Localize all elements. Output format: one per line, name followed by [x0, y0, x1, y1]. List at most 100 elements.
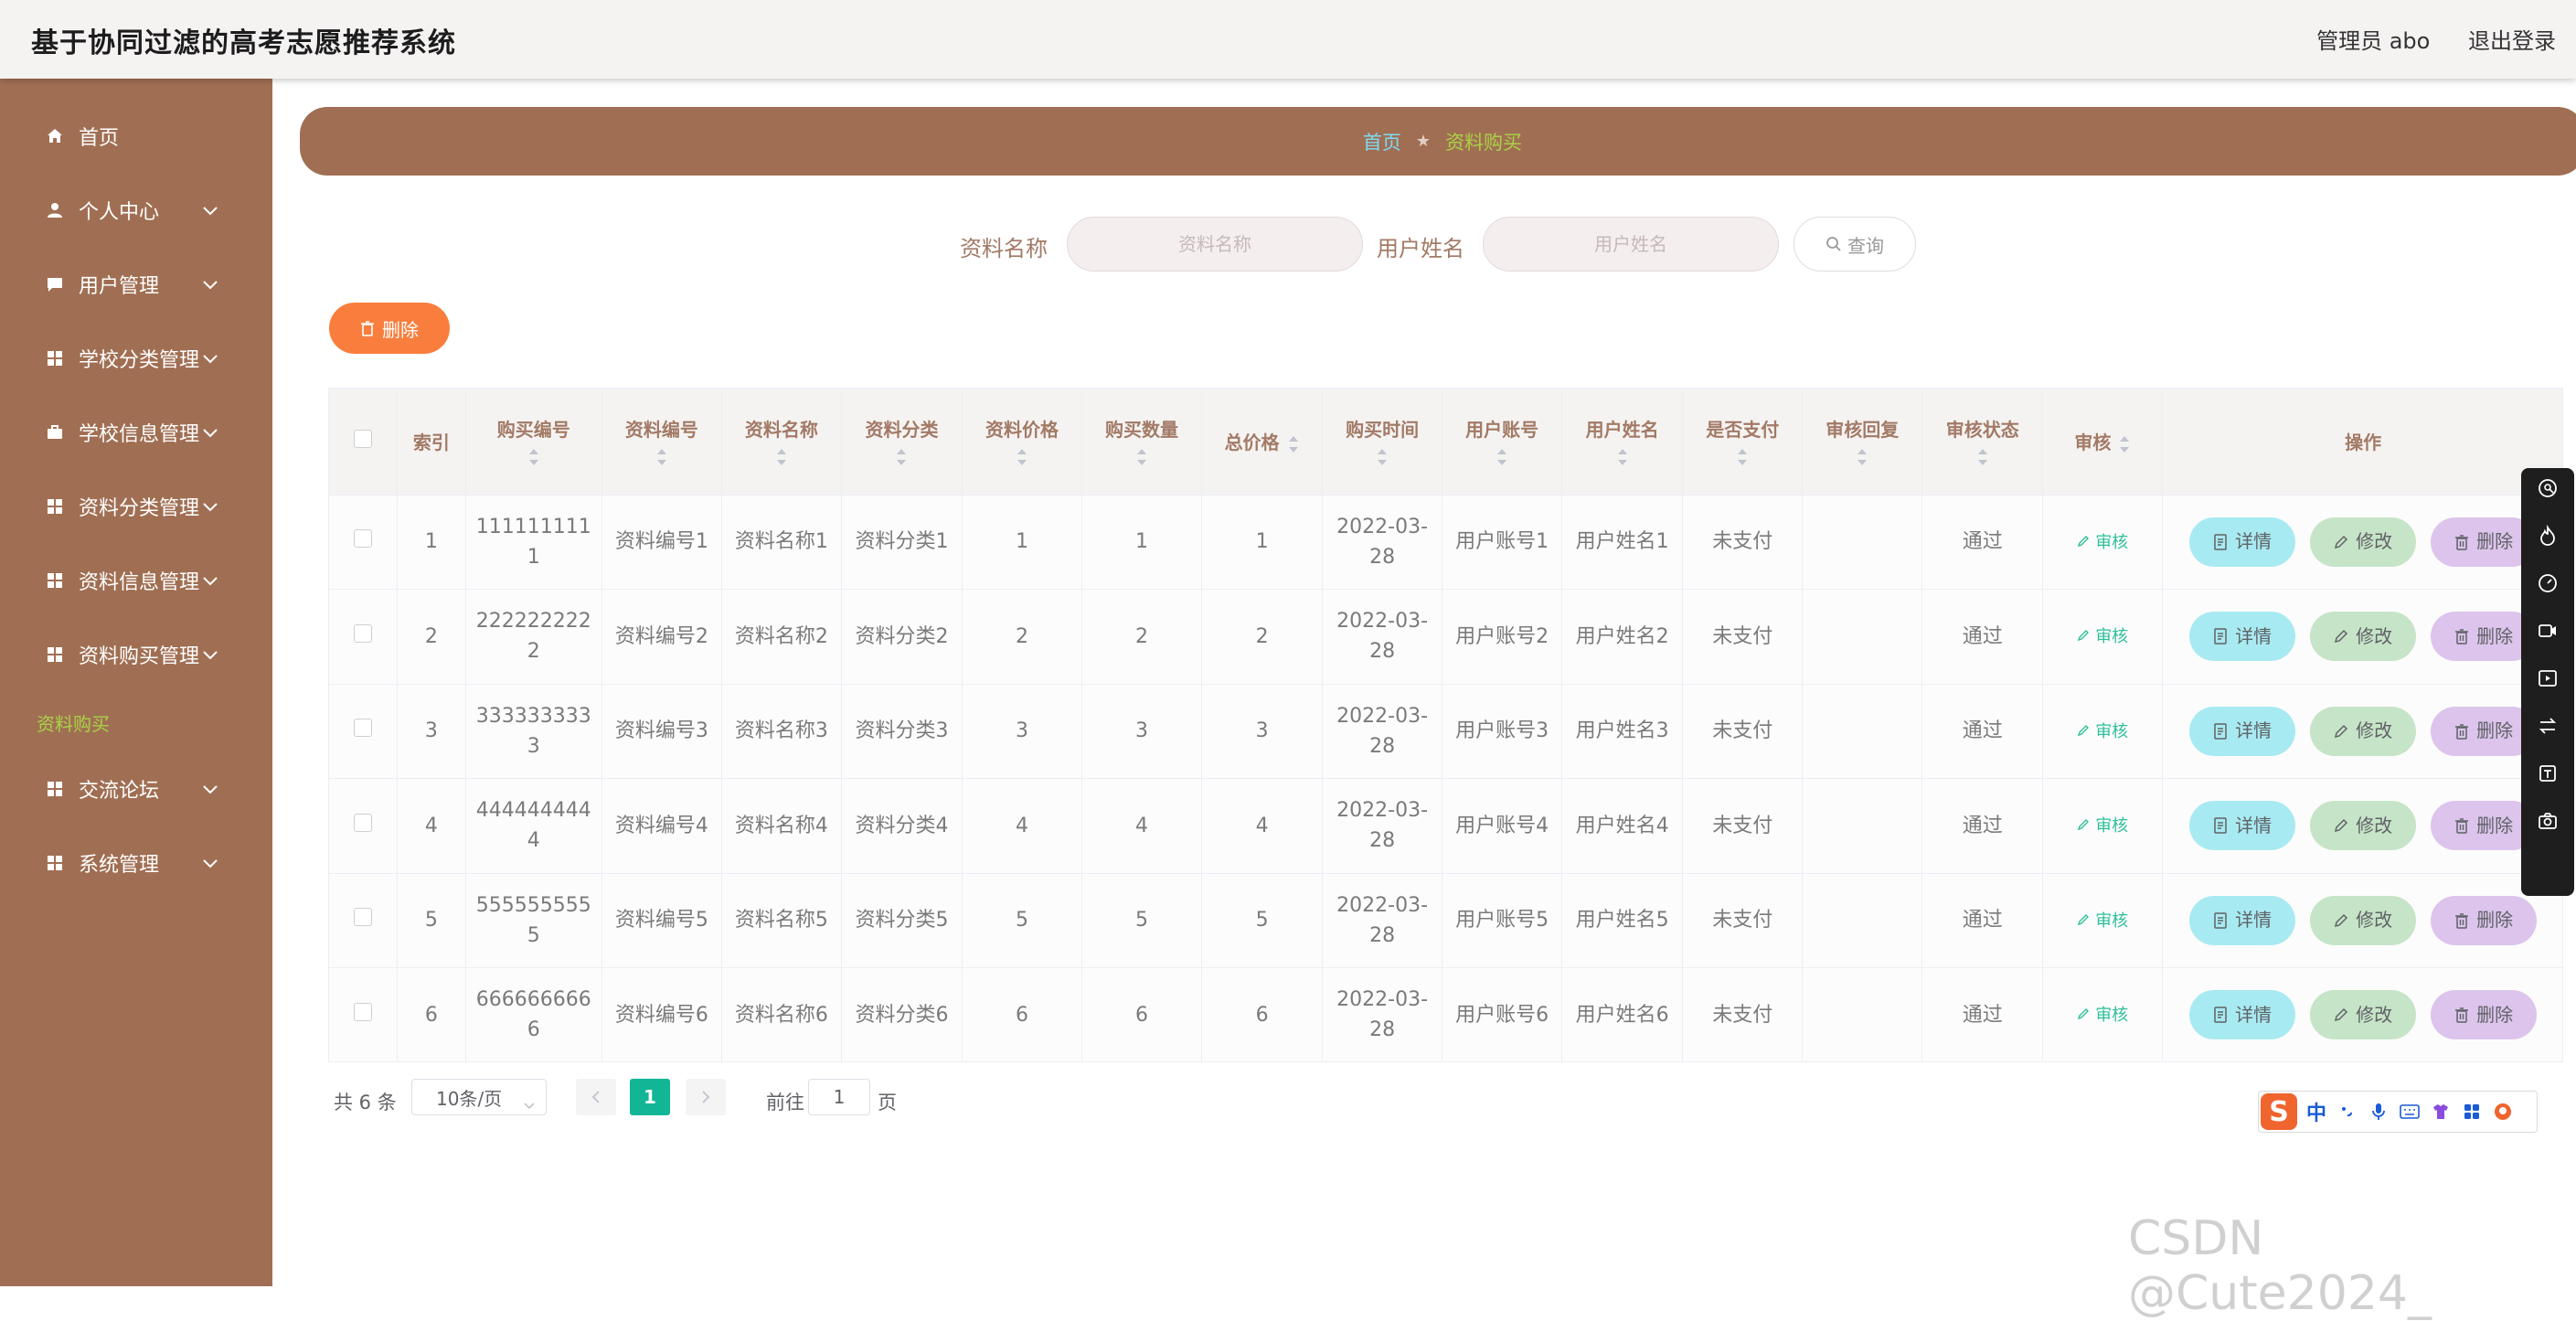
keyboard-icon[interactable]: [2400, 1102, 2420, 1122]
audit-link[interactable]: 审核: [2077, 533, 2128, 552]
detail-button[interactable]: 详情: [2189, 895, 2296, 945]
column-header[interactable]: 审核状态: [1921, 389, 2044, 495]
column-header[interactable]: 审核回复: [1802, 389, 1923, 495]
select-all-checkbox[interactable]: [354, 430, 373, 449]
sort-icon[interactable]: [1376, 447, 1389, 467]
edit-button[interactable]: 修改: [2310, 706, 2417, 756]
delete-button[interactable]: 删除: [2431, 895, 2538, 945]
edit-button[interactable]: 修改: [2310, 990, 2417, 1040]
sidebar-item-system[interactable]: 系统管理: [0, 826, 272, 900]
play-icon[interactable]: [2535, 666, 2560, 691]
audit-link[interactable]: 审核: [2077, 911, 2128, 931]
logout-link[interactable]: 退出登录: [2468, 28, 2556, 54]
batch-delete-button[interactable]: 删除: [329, 303, 450, 354]
row-checkbox[interactable]: [354, 623, 373, 643]
sidebar-item-user-management[interactable]: 用户管理: [0, 248, 272, 321]
cell-category: 资料分类1: [841, 495, 963, 590]
punctuation-icon[interactable]: [2337, 1102, 2358, 1122]
sort-icon[interactable]: [775, 447, 788, 467]
edit-button[interactable]: 修改: [2310, 801, 2417, 851]
column-header[interactable]: 资料名称: [721, 389, 842, 495]
sort-icon[interactable]: [655, 447, 668, 467]
row-checkbox[interactable]: [354, 813, 373, 832]
batch-delete-label: 删除: [382, 318, 419, 341]
sort-icon[interactable]: [1976, 447, 1989, 467]
column-header[interactable]: 用户姓名: [1561, 389, 1684, 495]
column-header[interactable]: 资料价格: [962, 389, 1083, 495]
sort-icon[interactable]: [895, 447, 908, 467]
user-name-input[interactable]: [1483, 217, 1779, 272]
cell-reply: [1802, 589, 1923, 685]
edit-button[interactable]: 修改: [2310, 895, 2417, 945]
next-page-button[interactable]: [686, 1079, 726, 1115]
sort-icon[interactable]: [1016, 447, 1028, 467]
detail-button[interactable]: 详情: [2189, 706, 2296, 756]
ime-logo[interactable]: S: [2261, 1093, 2297, 1130]
audit-link[interactable]: 审核: [2077, 816, 2128, 836]
sidebar-item-school-info[interactable]: 学校信息管理: [0, 396, 272, 469]
prev-page-button[interactable]: [576, 1079, 616, 1115]
sidebar-item-school-category[interactable]: 学校分类管理: [0, 322, 272, 395]
gauge-icon[interactable]: [2535, 570, 2560, 596]
sidebar-item-forum[interactable]: 交流论坛: [0, 752, 272, 826]
audit-link[interactable]: 审核: [2077, 722, 2128, 741]
column-header[interactable]: 资料分类: [841, 389, 963, 495]
column-header[interactable]: 用户账号: [1442, 389, 1563, 495]
row-checkbox[interactable]: [354, 1002, 373, 1021]
sort-icon[interactable]: [1736, 447, 1749, 467]
column-header[interactable]: 购买数量: [1081, 389, 1203, 495]
apps-icon[interactable]: [2462, 1102, 2482, 1122]
microphone-icon[interactable]: [2368, 1102, 2389, 1122]
detail-button[interactable]: 详情: [2189, 612, 2296, 662]
audit-link[interactable]: 审核: [2077, 627, 2128, 646]
text-extract-icon[interactable]: [2535, 761, 2560, 786]
detail-button[interactable]: 详情: [2189, 990, 2296, 1040]
sort-icon[interactable]: [1287, 434, 1300, 454]
sidebar-item-material-info[interactable]: 资料信息管理: [0, 544, 272, 617]
sidebar-item-material-category[interactable]: 资料分类管理: [0, 470, 272, 543]
sidebar-item-material-purchase[interactable]: 资料购买管理: [0, 618, 272, 691]
edit-button[interactable]: 修改: [2310, 517, 2417, 567]
sort-icon[interactable]: [2118, 434, 2131, 454]
column-header[interactable]: 购买编号: [465, 389, 602, 495]
sidebar-item-personal-center[interactable]: 个人中心: [0, 174, 272, 247]
column-header[interactable]: 资料编号: [601, 389, 722, 495]
sidebar-subitem-material-purchase[interactable]: 资料购买: [37, 709, 110, 736]
video-icon[interactable]: [2535, 618, 2560, 644]
sort-icon[interactable]: [1616, 447, 1629, 467]
row-checkbox[interactable]: [354, 908, 373, 927]
sort-icon[interactable]: [527, 447, 540, 467]
profile-icon[interactable]: [2493, 1102, 2513, 1122]
cell-category: 资料分类5: [841, 873, 963, 968]
swap-icon[interactable]: [2535, 713, 2560, 739]
page-number-button[interactable]: 1: [630, 1079, 670, 1115]
row-checkbox[interactable]: [354, 529, 373, 549]
search-icon[interactable]: [2535, 475, 2560, 501]
column-header[interactable]: 购买时间: [1322, 389, 1443, 495]
delete-button[interactable]: 删除: [2431, 990, 2538, 1040]
document-icon: [2214, 912, 2227, 929]
column-header[interactable]: 审核: [2042, 389, 2164, 495]
sort-icon[interactable]: [1496, 447, 1508, 467]
breadcrumb-home-link[interactable]: 首页: [1363, 128, 1401, 155]
detail-button[interactable]: 详情: [2189, 801, 2296, 851]
goto-page-input[interactable]: [808, 1079, 870, 1115]
cell-purchase-no: 222222222 2: [465, 589, 602, 685]
skin-icon[interactable]: [2431, 1102, 2451, 1122]
detail-button[interactable]: 详情: [2189, 517, 2296, 567]
edit-icon: [2078, 913, 2090, 925]
flame-icon[interactable]: [2535, 523, 2560, 549]
column-header[interactable]: 总价格: [1201, 389, 1324, 495]
audit-link[interactable]: 审核: [2077, 1006, 2128, 1025]
sort-icon[interactable]: [1856, 447, 1868, 467]
sidebar-item-home[interactable]: 首页: [0, 100, 272, 173]
camera-icon[interactable]: [2535, 808, 2560, 834]
column-header[interactable]: 是否支付: [1682, 389, 1804, 495]
edit-button[interactable]: 修改: [2310, 612, 2417, 662]
sort-icon[interactable]: [1135, 447, 1148, 467]
ime-mode-toggle[interactable]: 中: [2306, 1097, 2326, 1126]
page-size-select[interactable]: 10条/页: [411, 1079, 547, 1115]
query-button[interactable]: 查询: [1794, 217, 1916, 272]
material-name-input[interactable]: [1067, 217, 1363, 272]
row-checkbox[interactable]: [354, 719, 373, 738]
